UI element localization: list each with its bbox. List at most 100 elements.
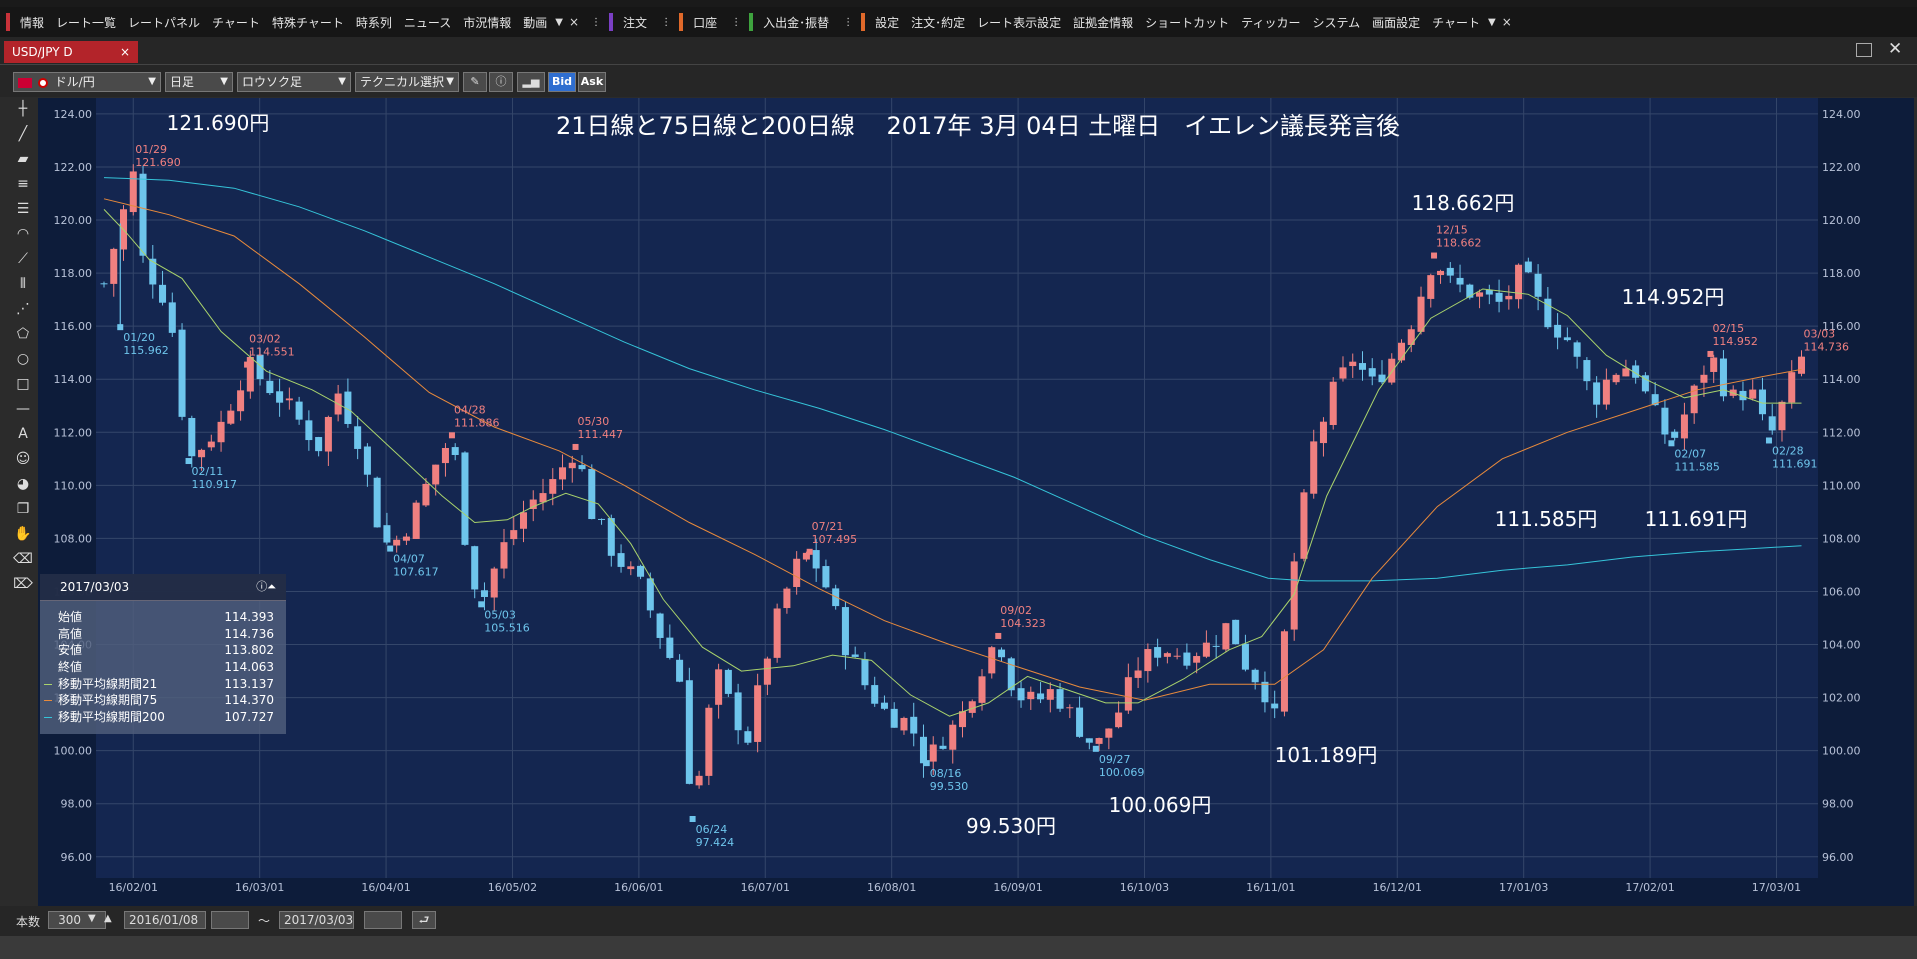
chevron-up-icon[interactable]: ▲ xyxy=(104,913,112,924)
menu-time-series[interactable]: 時系列 xyxy=(350,14,398,31)
y-tick-label-right: 106.00 xyxy=(1822,585,1861,598)
marker-date: 03/03 xyxy=(1803,328,1835,341)
paint-bucket-icon[interactable]: ◕ xyxy=(11,473,35,495)
eraser-all-icon[interactable]: ⌦ xyxy=(11,573,35,595)
crosshair-icon[interactable]: ┼ xyxy=(11,98,35,120)
horizontal-line-icon[interactable]: — xyxy=(11,398,35,420)
menu-rate-display[interactable]: レート表示設定 xyxy=(971,14,1067,31)
menu-deposit[interactable]: 入出金･振替 xyxy=(757,14,835,31)
high-marker xyxy=(130,172,137,179)
eraser-icon[interactable]: ⌫ xyxy=(11,548,35,570)
pentagon-icon[interactable]: ⬠ xyxy=(11,323,35,345)
horizontal-lines-icon[interactable]: ≡ xyxy=(11,173,35,195)
circle-icon[interactable]: ○ xyxy=(11,348,35,370)
candle-body xyxy=(793,558,801,587)
drag-handle-icon[interactable]: ⋮ xyxy=(729,17,743,28)
info-collapse-icon[interactable]: ⓘ⏶ xyxy=(256,574,276,600)
gann-fan-icon[interactable]: ⋰ xyxy=(11,298,35,320)
menu-info[interactable]: 情報 xyxy=(14,14,50,31)
vertical-lines-icon[interactable]: ⦀ xyxy=(11,273,35,295)
info-icon[interactable]: ⓘ xyxy=(489,72,513,92)
reload-icon[interactable]: ⮐ xyxy=(412,911,436,929)
marker-value: 111.886 xyxy=(454,416,500,429)
close-icon[interactable]: ✕ xyxy=(1888,39,1902,59)
period-select[interactable]: 日足 ▼ xyxy=(165,72,233,92)
candle-body xyxy=(919,736,927,764)
close-icon[interactable]: × xyxy=(120,41,130,63)
menu-video[interactable]: 動画 xyxy=(517,14,553,31)
menu-order[interactable]: 注文 xyxy=(617,14,653,31)
marker-value: 105.516 xyxy=(484,621,530,634)
info-label: 移動平均線期間21 xyxy=(58,676,158,691)
currency-pair-select[interactable]: ドル/円 ▼ xyxy=(13,72,161,92)
menu-settings[interactable]: 設定 xyxy=(869,14,905,31)
info-row-high: 高値 114.736 xyxy=(40,626,286,643)
info-row-close: 終値 114.063 xyxy=(40,659,286,676)
close-icon[interactable]: × xyxy=(565,15,583,29)
pencil-icon[interactable]: ✎ xyxy=(463,72,487,92)
menu-chart-settings[interactable]: チャート xyxy=(1426,14,1486,31)
tab-usdjpy-d[interactable]: USD/JPY D × xyxy=(4,41,138,63)
menu-ticker[interactable]: ティッカー xyxy=(1235,14,1306,31)
technical-select[interactable]: テクニカル選択 ▼ xyxy=(355,72,459,92)
fibonacci-arc-icon[interactable]: ◠ xyxy=(11,223,35,245)
pair-value: ドル/円 xyxy=(54,75,95,89)
end-date-input[interactable]: 2017/03/03 xyxy=(279,911,354,929)
chevron-down-icon[interactable]: ▼ xyxy=(1486,17,1498,28)
drag-handle-icon[interactable]: ⋮ xyxy=(841,17,855,28)
start-date-input[interactable]: 2016/01/08 xyxy=(124,911,206,929)
parallel-lines-icon[interactable]: ☰ xyxy=(11,198,35,220)
candle-body xyxy=(1310,441,1318,494)
marker-date: 02/07 xyxy=(1674,447,1706,460)
bar-count-input[interactable]: 300 xyxy=(48,911,106,929)
trendline-icon[interactable]: ╱ xyxy=(11,123,35,145)
menu-margin-info[interactable]: 証拠金情報 xyxy=(1067,14,1139,31)
fan-icon[interactable]: ⟋ xyxy=(11,248,35,270)
candle-body xyxy=(1368,368,1376,377)
candle-body xyxy=(373,477,381,528)
menu-chart[interactable]: チャート xyxy=(206,14,266,31)
candle-body xyxy=(1163,653,1171,657)
x-tick-label: 16/08/01 xyxy=(867,881,916,894)
text-icon[interactable]: A xyxy=(11,423,35,445)
menu-special-chart[interactable]: 特殊チャート xyxy=(266,14,350,31)
candle-body xyxy=(1115,712,1123,728)
marker-value: 111.691 xyxy=(1772,457,1818,470)
ask-button[interactable]: Ask xyxy=(578,72,606,92)
menu-rate-panel[interactable]: レートパネル xyxy=(122,14,206,31)
maximize-icon[interactable] xyxy=(1856,43,1872,57)
style-value: ロウソク足 xyxy=(242,75,303,89)
hand-icon[interactable]: ✋ xyxy=(11,523,35,545)
close-icon[interactable]: × xyxy=(1498,15,1516,29)
menu-order-execution[interactable]: 注文･約定 xyxy=(905,14,971,31)
menu-account[interactable]: 口座 xyxy=(687,14,723,31)
menu-news[interactable]: ニュース xyxy=(398,14,457,31)
chart-area[interactable]: 124.00 124.00 122.00 122.00 120.00 120.00 118.… xyxy=(38,98,1914,906)
end-time-input[interactable] xyxy=(364,911,402,929)
menu-rate-list[interactable]: レート一覧 xyxy=(50,14,122,31)
candle-body xyxy=(617,553,625,567)
emoji-icon[interactable]: ☺ xyxy=(11,448,35,470)
rectangle-icon[interactable]: □ xyxy=(11,373,35,395)
ruler-icon[interactable]: ▰ xyxy=(11,148,35,170)
chevron-down-icon[interactable]: ▼ xyxy=(553,17,565,28)
candle-body xyxy=(1076,707,1084,737)
chart-tab-bar: USD/JPY D × ✕ xyxy=(0,37,1917,65)
marker-value: 111.447 xyxy=(578,428,624,441)
volume-chart-icon[interactable]: ▂▅ xyxy=(517,72,545,92)
chart-style-select[interactable]: ロウソク足 ▼ xyxy=(237,72,351,92)
candle-body xyxy=(110,248,118,284)
drag-handle-icon[interactable]: ⋮ xyxy=(589,17,603,28)
menu-market-info[interactable]: 市況情報 xyxy=(457,14,517,31)
drag-handle-icon[interactable]: ⋮ xyxy=(659,17,673,28)
menu-shortcut[interactable]: ショートカット xyxy=(1139,14,1235,31)
bid-button[interactable]: Bid xyxy=(548,72,576,92)
start-time-input[interactable] xyxy=(211,911,249,929)
menu-system[interactable]: システム xyxy=(1306,14,1366,31)
copy-icon[interactable]: ❐ xyxy=(11,498,35,520)
info-value: 113.802 xyxy=(224,643,274,658)
price-chart[interactable]: 124.00 124.00 122.00 122.00 120.00 120.00 118.… xyxy=(38,98,1914,906)
low-marker xyxy=(1092,745,1099,752)
chevron-down-icon[interactable]: ▼ xyxy=(88,913,96,924)
menu-screen-settings[interactable]: 画面設定 xyxy=(1366,14,1426,31)
